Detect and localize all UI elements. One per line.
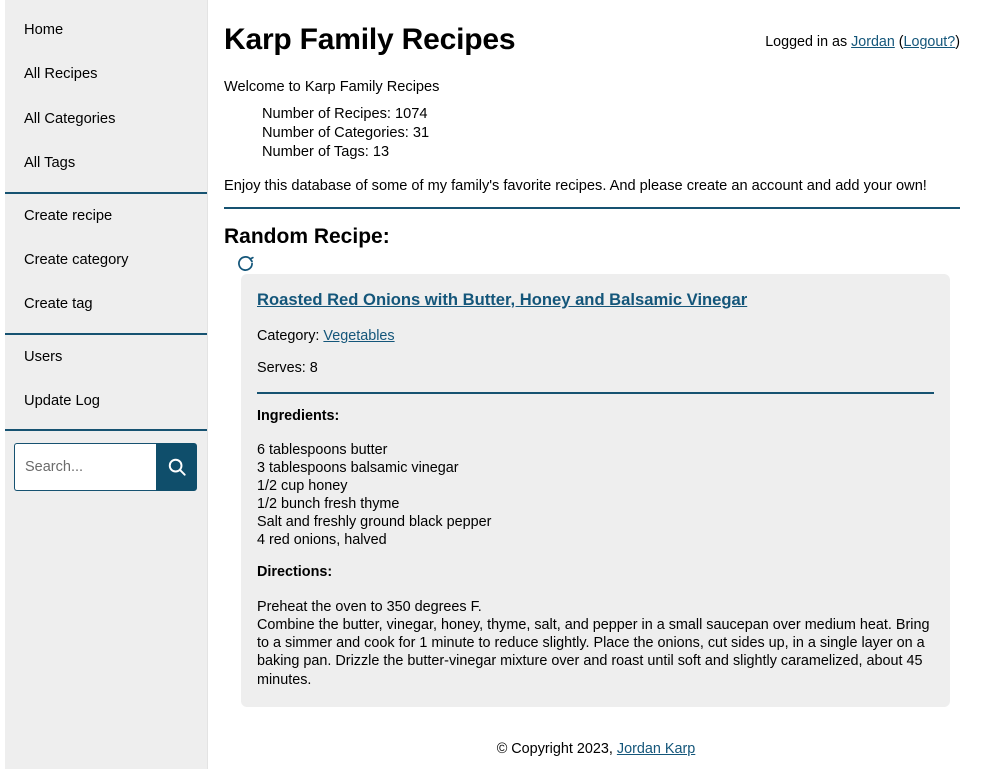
user-profile-link[interactable]: Jordan bbox=[851, 34, 895, 50]
refresh-random-recipe-button[interactable] bbox=[236, 254, 255, 273]
sidebar-item-all-categories[interactable]: All Categories bbox=[5, 97, 207, 141]
author-link[interactable]: Jordan Karp bbox=[617, 741, 695, 757]
stat-categories: Number of Categories: 31 bbox=[262, 125, 430, 142]
sidebar-item-all-tags[interactable]: All Tags bbox=[5, 141, 207, 185]
section-divider bbox=[224, 206, 960, 209]
sidebar-item-label: Create recipe bbox=[24, 207, 113, 224]
ingredient-item: Salt and freshly ground black pepper bbox=[257, 514, 492, 531]
ingredient-item: 3 tablespoons balsamic vinegar bbox=[257, 460, 459, 477]
sidebar-item-label: Update Log bbox=[24, 393, 100, 409]
sidebar-item-all-recipes[interactable]: All Recipes bbox=[5, 52, 207, 96]
ingredient-item: 6 tablespoons butter bbox=[257, 442, 388, 459]
recipe-title-link[interactable]: Roasted Red Onions with Butter, Honey an… bbox=[257, 290, 747, 310]
copyright-text: © Copyright 2023, bbox=[496, 741, 617, 757]
directions-line-2: Combine the butter, vinegar, honey, thym… bbox=[257, 616, 930, 688]
directions-line-1: Preheat the oven to 350 degrees F. bbox=[257, 598, 482, 615]
category-link[interactable]: Vegetables bbox=[323, 328, 394, 344]
ingredient-item: 4 red onions, halved bbox=[257, 532, 387, 549]
sidebar-group-create: Create recipe Create category Create tag bbox=[5, 191, 207, 333]
welcome-text: Welcome to Karp Family Recipes bbox=[224, 79, 440, 95]
recipe-card-divider bbox=[257, 391, 934, 394]
sidebar-item-label: Users bbox=[24, 348, 63, 365]
sidebar-group-admin: Users Update Log bbox=[5, 332, 207, 430]
sidebar-item-create-category[interactable]: Create category bbox=[5, 238, 207, 282]
search-icon bbox=[166, 456, 188, 478]
sidebar-item-home[interactable]: Home bbox=[5, 8, 207, 52]
paren-close: ) bbox=[955, 34, 960, 50]
ingredient-item: 1/2 bunch fresh thyme bbox=[257, 496, 400, 513]
sidebar-item-label: Create tag bbox=[24, 296, 93, 313]
directions-text: Preheat the oven to 350 degrees F. Combi… bbox=[257, 598, 934, 689]
category-label: Category: bbox=[257, 327, 324, 344]
recipe-category-row: Category: Vegetables bbox=[257, 328, 934, 344]
app-root: Home All Recipes All Categories All Tags… bbox=[0, 0, 984, 769]
search-form bbox=[14, 443, 197, 492]
logout-link[interactable]: Logout? bbox=[904, 34, 956, 50]
stat-recipes: Number of Recipes: 1074 bbox=[262, 106, 428, 122]
sidebar-item-label: Home bbox=[24, 22, 64, 38]
search-input[interactable] bbox=[14, 443, 156, 492]
tagline-text: Enjoy this database of some of my family… bbox=[224, 177, 927, 194]
directions-heading: Directions: bbox=[257, 563, 333, 580]
page-title: Karp Family Recipes bbox=[224, 23, 516, 56]
login-prefix-text: Logged in as bbox=[765, 34, 852, 50]
sidebar-item-create-recipe[interactable]: Create recipe bbox=[5, 194, 207, 238]
ingredients-heading: Ingredients: bbox=[257, 407, 340, 424]
sidebar-item-users[interactable]: Users bbox=[5, 335, 207, 379]
sidebar-item-label: All Categories bbox=[24, 110, 116, 127]
main-content: Karp Family Recipes Logged in as Jordan … bbox=[208, 0, 984, 769]
stat-tags: Number of Tags: 13 bbox=[262, 144, 390, 161]
search-button[interactable] bbox=[156, 443, 197, 492]
ingredient-item: 1/2 cup honey bbox=[257, 478, 348, 495]
sidebar-group-browse: Home All Recipes All Categories All Tags bbox=[5, 8, 207, 192]
sidebar-item-label: Create category bbox=[24, 251, 129, 268]
login-status: Logged in as Jordan (Logout?) bbox=[765, 22, 960, 50]
ingredients-list: 6 tablespoons butter 3 tablespoons balsa… bbox=[257, 442, 934, 550]
sidebar-item-label: All Recipes bbox=[24, 66, 98, 83]
sidebar-search-section bbox=[5, 429, 207, 503]
sidebar: Home All Recipes All Categories All Tags… bbox=[0, 0, 208, 769]
stats-list: Number of Recipes: 1074 Number of Catego… bbox=[224, 105, 960, 163]
refresh-icon bbox=[236, 255, 255, 276]
sidebar-item-update-log[interactable]: Update Log bbox=[5, 379, 207, 423]
recipe-serves: Serves: 8 bbox=[257, 359, 318, 376]
sidebar-item-create-tag[interactable]: Create tag bbox=[5, 282, 207, 326]
footer: © Copyright 2023, Jordan Karp bbox=[208, 741, 984, 757]
random-recipe-card: Roasted Red Onions with Butter, Honey an… bbox=[241, 273, 950, 707]
sidebar-item-label: All Tags bbox=[24, 155, 76, 172]
random-recipe-heading: Random Recipe: bbox=[224, 224, 390, 248]
paren-open: ( bbox=[894, 34, 904, 50]
page-header: Karp Family Recipes Logged in as Jordan … bbox=[224, 0, 960, 58]
